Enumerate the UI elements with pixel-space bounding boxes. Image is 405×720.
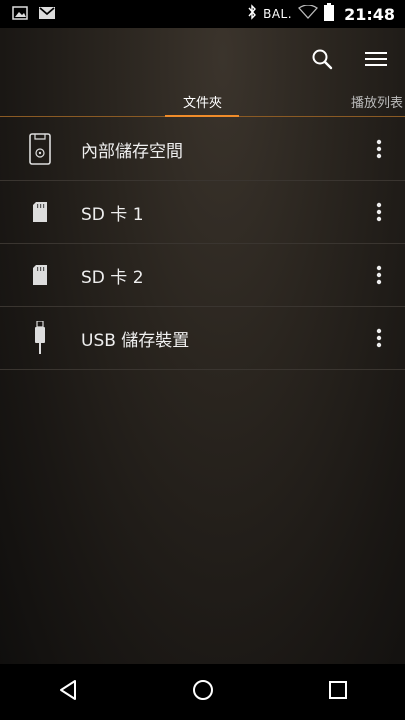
recents-icon xyxy=(328,680,348,704)
clock: 21:48 xyxy=(344,4,395,24)
home-button[interactable] xyxy=(173,664,233,720)
menu-button[interactable] xyxy=(361,46,391,76)
status-bar: BAL. 21:48 xyxy=(0,0,405,28)
list-item-label: USB 儲存裝置 xyxy=(81,330,190,351)
app-bar: 文件夾 播放列表 xyxy=(0,28,405,118)
navigation-bar xyxy=(0,664,405,720)
more-options-icon[interactable] xyxy=(367,318,391,358)
tab-bar: 文件夾 播放列表 xyxy=(0,92,405,118)
search-icon xyxy=(311,48,333,74)
home-icon xyxy=(192,679,214,705)
list-item-sd-card-1[interactable]: SD 卡 1 xyxy=(0,181,405,244)
list-item-label: 內部儲存空間 xyxy=(81,141,183,162)
more-options-icon[interactable] xyxy=(367,255,391,295)
back-button[interactable] xyxy=(38,664,98,720)
internal-storage-icon xyxy=(22,129,58,169)
menu-icon xyxy=(365,50,387,72)
tab-folders[interactable]: 文件夾 xyxy=(183,92,222,111)
search-button[interactable] xyxy=(307,46,337,76)
image-icon xyxy=(12,5,28,24)
list-item-label: SD 卡 2 xyxy=(81,267,144,288)
more-options-icon[interactable] xyxy=(367,129,391,169)
wifi-icon xyxy=(298,4,319,23)
list-item-usb-storage[interactable]: USB 儲存裝置 xyxy=(0,307,405,370)
active-tab-indicator xyxy=(165,115,239,117)
storage-list: 內部儲存空間 SD 卡 1 SD 卡 2 USB 儲存裝置 xyxy=(0,118,405,370)
list-item-label: SD 卡 1 xyxy=(81,204,144,225)
list-item-sd-card-2[interactable]: SD 卡 2 xyxy=(0,244,405,307)
carrier-label: BAL. xyxy=(263,7,293,21)
bluetooth-icon xyxy=(247,4,257,24)
usb-icon xyxy=(22,318,58,358)
sd-card-icon xyxy=(22,255,58,295)
tab-playlists[interactable]: 播放列表 xyxy=(351,92,403,111)
battery-icon xyxy=(324,3,335,25)
gmail-icon xyxy=(38,5,56,24)
back-icon xyxy=(58,679,78,705)
more-options-icon[interactable] xyxy=(367,192,391,232)
recents-button[interactable] xyxy=(308,664,368,720)
sd-card-icon xyxy=(22,192,58,232)
list-item-internal-storage[interactable]: 內部儲存空間 xyxy=(0,118,405,181)
